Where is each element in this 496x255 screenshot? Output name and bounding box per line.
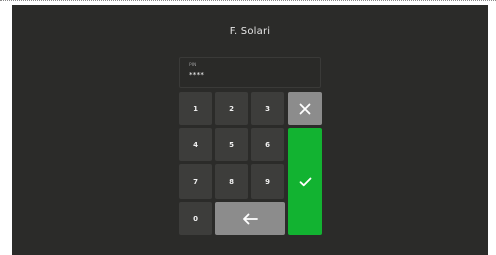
key-5[interactable]: 5 bbox=[215, 128, 248, 161]
confirm-button[interactable] bbox=[288, 128, 322, 235]
key-6[interactable]: 6 bbox=[251, 128, 284, 161]
key-3[interactable]: 3 bbox=[251, 92, 284, 125]
clear-button[interactable] bbox=[288, 92, 322, 125]
app-frame: F. Solari PIN **** 1 2 3 4 5 6 7 8 9 0 bbox=[0, 0, 496, 255]
backspace-button[interactable] bbox=[215, 202, 285, 235]
close-icon bbox=[299, 103, 311, 114]
key-4[interactable]: 4 bbox=[179, 128, 212, 161]
key-1[interactable]: 1 bbox=[179, 92, 212, 125]
key-2[interactable]: 2 bbox=[215, 92, 248, 125]
key-9[interactable]: 9 bbox=[251, 164, 284, 199]
pin-input[interactable]: PIN **** bbox=[179, 57, 321, 88]
key-0[interactable]: 0 bbox=[179, 202, 212, 235]
key-8[interactable]: 8 bbox=[215, 164, 248, 199]
arrow-left-icon bbox=[243, 213, 258, 224]
pin-value: **** bbox=[189, 71, 205, 79]
checkmark-icon bbox=[299, 177, 311, 186]
top-dotted-border bbox=[0, 0, 496, 1]
key-7[interactable]: 7 bbox=[179, 164, 212, 199]
pin-label: PIN bbox=[189, 63, 197, 68]
login-screen: F. Solari PIN **** 1 2 3 4 5 6 7 8 9 0 bbox=[12, 5, 488, 255]
user-name: F. Solari bbox=[229, 26, 271, 37]
